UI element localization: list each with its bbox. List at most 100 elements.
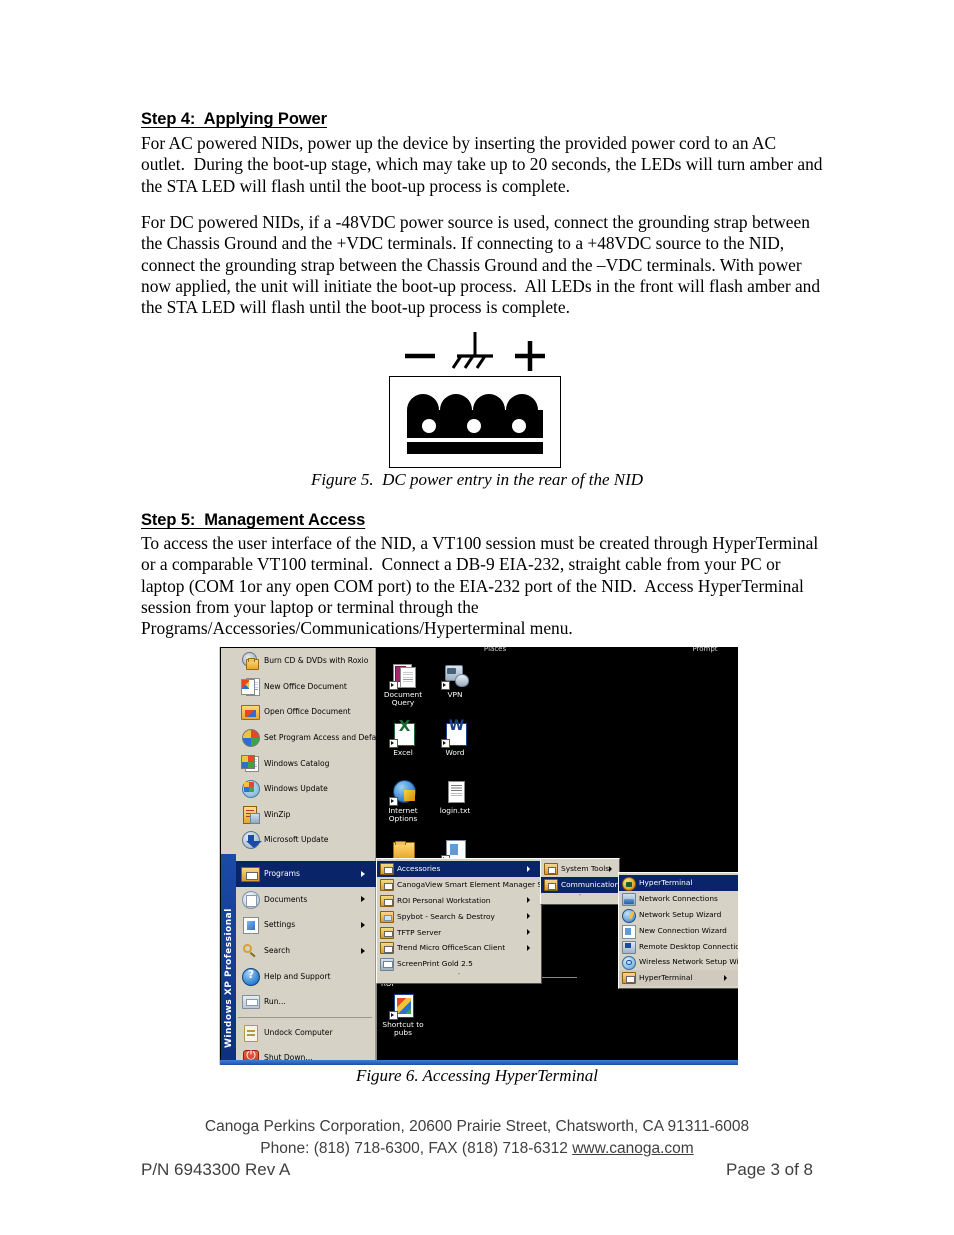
accessories-item-label: Communications <box>561 880 624 890</box>
accessories-item-system-tools[interactable]: System Tools <box>541 861 619 877</box>
figure-6-caption: Figure 6. Accessing HyperTerminal <box>355 1066 599 1085</box>
programs-item-spybot[interactable]: Spybot - Search & Destroy <box>377 908 541 924</box>
search-icon <box>240 941 259 960</box>
programs-item-label: Trend Micro OfficeScan Client <box>397 943 506 953</box>
footer-phone-fax: Phone: (818) 718-6300, FAX (818) 718-631… <box>260 1140 573 1157</box>
start-menu-item-label: Windows Catalog <box>264 758 330 768</box>
programs-item-label: ScreenPrint Gold 2.5 <box>397 959 473 969</box>
document-page: Step 4: Applying Power For AC powered NI… <box>0 0 954 1235</box>
folder-icon <box>380 910 394 923</box>
windows-update-icon <box>240 779 260 799</box>
chevron-right-icon <box>361 947 373 954</box>
figure-5-caption: Figure 5. DC power entry in the rear of … <box>310 470 644 489</box>
start-menu-item-label: Run... <box>264 997 286 1007</box>
communications-item-label: Network Setup Wizard <box>639 909 722 919</box>
desktop-icon-label: Shortcut to pubs <box>382 1020 424 1038</box>
start-menu-item-windows-update[interactable]: Windows Update <box>236 776 376 802</box>
programs-item-canogaview[interactable]: CanogaView Smart Element Manager Standal… <box>377 877 583 893</box>
start-menu-separator <box>238 1016 372 1018</box>
start-menu-item-windows-catalog[interactable]: Windows Catalog <box>236 750 376 776</box>
footer-website-link[interactable]: www.canoga.com <box>572 1140 693 1157</box>
communications-item-network-connections[interactable]: Network Connections <box>619 891 738 907</box>
help-icon <box>240 967 260 986</box>
shortcut-image-icon <box>389 993 416 1020</box>
desktop-icon-word[interactable]: Word <box>426 721 484 757</box>
desktop-icon-vpn[interactable]: VPN <box>426 663 484 699</box>
communications-item-wireless-network-setup-wizard[interactable]: Wireless Network Setup Wizard <box>619 954 738 971</box>
new-office-document-icon <box>240 677 260 696</box>
communications-item-label: New Connection Wizard <box>639 925 727 935</box>
taskbar[interactable] <box>220 1060 738 1065</box>
start-menu-item-programs[interactable]: Programs <box>236 861 376 887</box>
folder-icon <box>544 862 558 876</box>
desktop-icon-internet-options[interactable]: Internet Options <box>374 779 432 824</box>
communications-item-hyperterminal[interactable]: HyperTerminal <box>619 875 738 892</box>
start-menu-item-winzip[interactable]: WinZip <box>236 802 376 828</box>
start-menu-item-label: WinZip <box>264 809 291 819</box>
screenprint-icon <box>380 957 394 972</box>
start-menu-item-label: Settings <box>264 920 296 930</box>
chevron-right-icon <box>361 896 373 903</box>
programs-item-tftp-server[interactable]: TFTP Server <box>377 924 541 940</box>
desktop-icon-label: Word <box>445 748 465 757</box>
desktop-icon-shortcut-to-pubs[interactable]: Shortcut to pubs <box>374 993 432 1038</box>
internet-options-icon <box>389 779 416 806</box>
start-menu-item-label: Programs <box>264 869 300 879</box>
folder-icon <box>380 941 394 955</box>
accessories-item-communications[interactable]: Communications <box>541 876 627 893</box>
folder-icon <box>544 878 558 892</box>
dc-power-entry-box <box>389 376 561 468</box>
desktop-icon-document-query[interactable]: Document Query <box>374 663 432 708</box>
start-menu-item-burn-cd[interactable]: Burn CD & DVDs with Roxio <box>236 648 376 674</box>
start-menu-item-search[interactable]: Search <box>236 938 376 964</box>
windows-xp-branding-text: Windows XP Professional <box>223 908 234 1048</box>
hyperterminal-icon <box>622 876 636 892</box>
start-menu: Windows XP Professional Burn CD & DVDs w… <box>221 648 390 1065</box>
cropped-label-places: Places <box>483 647 507 653</box>
chevron-right-icon <box>361 870 373 877</box>
programs-item-label: TFTP Server <box>397 927 442 937</box>
start-menu-item-open-office-document[interactable]: Open Office Document <box>236 699 376 725</box>
cd-burn-icon <box>240 651 259 671</box>
start-menu-item-undock-computer[interactable]: Undock Computer <box>236 1020 376 1046</box>
windows-xp-branding: Windows XP Professional <box>221 854 236 1064</box>
figure-5 <box>389 330 569 475</box>
start-menu-item-help-and-support[interactable]: Help and Support <box>236 963 376 989</box>
programs-item-accessories[interactable]: Accessories <box>377 861 541 877</box>
programs-item-screenprint-gold[interactable]: ScreenPrint Gold 2.5 <box>377 956 541 972</box>
chevron-right-icon <box>527 865 538 872</box>
start-menu-item-documents[interactable]: Documents <box>236 887 376 913</box>
footer-page-number: Page 3 of 8 <box>726 1160 813 1179</box>
start-menu-item-label: Windows Update <box>264 784 328 794</box>
start-menu-item-run[interactable]: Run... <box>236 989 376 1015</box>
programs-item-trend-micro[interactable]: Trend Micro OfficeScan Client <box>377 940 541 956</box>
start-menu-item-settings[interactable]: Settings <box>236 912 376 938</box>
menu-scroll-indicator[interactable]: ¨ <box>377 972 541 981</box>
programs-submenu: Accessories CanogaView Smart Element Man… <box>376 858 583 984</box>
chevron-right-icon <box>527 929 538 936</box>
menu-scroll-indicator[interactable]: ¨ <box>541 893 619 902</box>
start-menu-item-label: Undock Computer <box>264 1027 333 1037</box>
start-menu-item-label: Search <box>264 946 291 956</box>
windows-catalog-icon <box>240 754 259 773</box>
communications-item-remote-desktop-connection[interactable]: Remote Desktop Connection <box>619 938 738 954</box>
communications-submenu: HyperTerminal Network Connections Networ… <box>618 872 738 989</box>
start-menu-item-label: Help and Support <box>264 971 331 981</box>
step4-heading: Step 4: Applying Power <box>141 110 327 128</box>
communications-item-new-connection-wizard[interactable]: New Connection Wizard <box>619 922 738 939</box>
desktop-icon-label: login.txt <box>439 806 471 815</box>
programs-item-roi-personal-workstation[interactable]: ROI Personal Workstation <box>377 893 541 909</box>
start-menu-item-set-program-access[interactable]: Set Program Access and Defaults <box>236 725 390 751</box>
start-menu-item-label: Set Program Access and Defaults <box>264 733 391 743</box>
start-menu-item-label: Documents <box>264 894 308 904</box>
communications-item-network-setup-wizard[interactable]: Network Setup Wizard <box>619 907 738 923</box>
start-menu-item-new-office-document[interactable]: New Office Document <box>236 674 376 700</box>
communications-item-hyperterminal-folder[interactable]: HyperTerminal <box>619 969 738 986</box>
vpn-icon <box>441 663 469 690</box>
step5-paragraph-1: To access the user interface of the NID,… <box>141 533 823 639</box>
communications-item-label: HyperTerminal <box>639 878 693 888</box>
start-menu-item-microsoft-update[interactable]: Microsoft Update <box>236 827 376 853</box>
new-connection-wizard-icon <box>622 924 636 939</box>
footer-address: Canoga Perkins Corporation, 20600 Prairi… <box>204 1118 750 1135</box>
desktop-icon-login-txt[interactable]: login.txt <box>426 779 484 815</box>
